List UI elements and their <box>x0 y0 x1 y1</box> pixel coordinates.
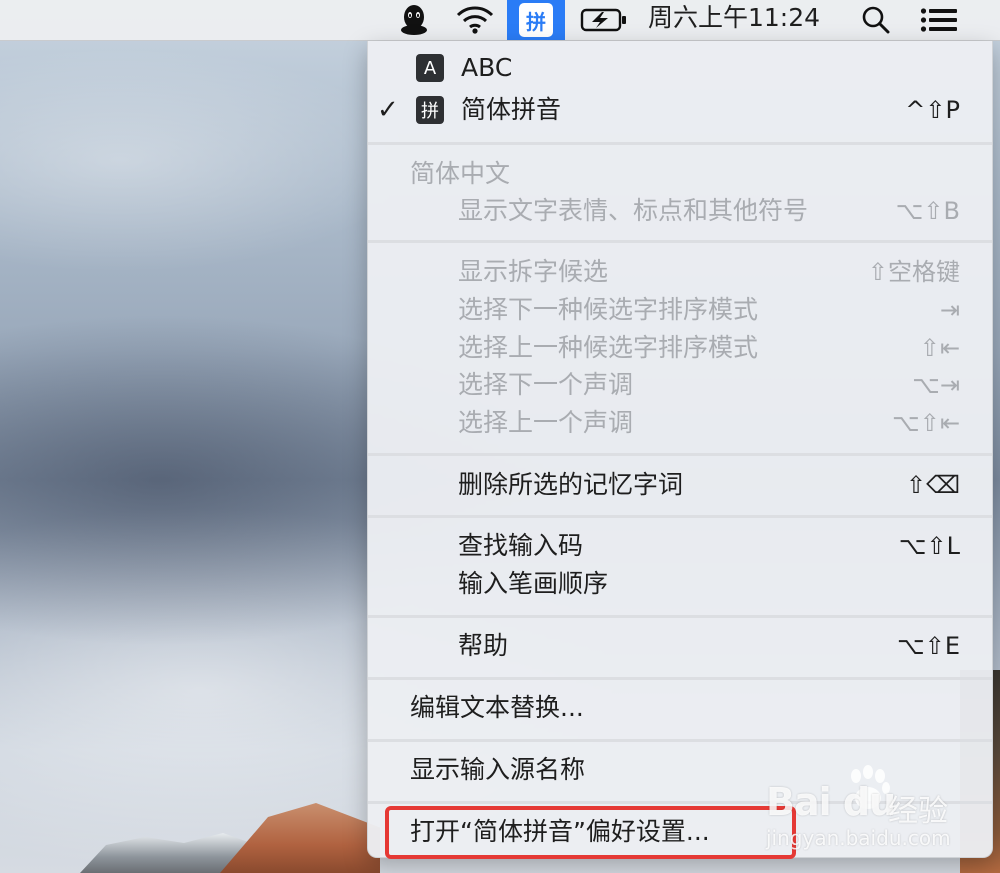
section-header-simplified-chinese: 简体中文 <box>368 156 992 192</box>
menu-item-label: 删除所选的记忆字词 <box>458 470 684 499</box>
menu-bar: 拼 周六上午11:24 <box>0 0 1000 41</box>
input-method-icon[interactable]: 拼 <box>507 0 565 40</box>
checkmark-icon: ✓ <box>377 95 399 125</box>
menu-item-label: 编辑文本替换... <box>410 693 584 722</box>
menu-item-next-tone[interactable]: 选择下一个声调 ⌥⇥ <box>368 367 992 403</box>
annotation-highlight-box <box>385 806 796 859</box>
menubar-clock[interactable]: 周六上午11:24 <box>648 0 820 36</box>
watermark-cn: 经验 <box>888 794 948 829</box>
menu-item-shortcut: ⌥⇧L <box>898 532 960 560</box>
menu-separator <box>368 515 992 518</box>
menu-separator <box>368 240 992 243</box>
notification-center-icon[interactable] <box>916 0 962 40</box>
menu-item-shortcut: ⇧⌫ <box>905 471 960 499</box>
menu-item-shortcut: ⌥⇧⇤ <box>892 409 960 437</box>
menu-item-prev-tone[interactable]: 选择上一个声调 ⌥⇧⇤ <box>368 405 992 441</box>
menu-item-show-split-candidates[interactable]: 显示拆字候选 ⇧空格键 <box>368 254 992 290</box>
menu-separator <box>368 453 992 456</box>
menu-item-label: 选择上一个声调 <box>458 408 634 437</box>
menu-item-label: ABC <box>461 53 513 82</box>
menu-item-lookup-input-code[interactable]: 查找输入码 ⌥⇧L <box>368 528 992 564</box>
menu-item-delete-learned-word[interactable]: 删除所选的记忆字词 ⇧⌫ <box>368 467 992 503</box>
menu-item-label: 显示拆字候选 <box>458 257 609 286</box>
desktop-mountain-red <box>220 803 380 873</box>
menu-item-label: 帮助 <box>458 631 509 660</box>
menu-item-shortcut: ⇥ <box>939 296 960 324</box>
battery-charging-icon[interactable] <box>578 0 630 40</box>
menu-separator <box>368 142 992 145</box>
menu-item-shortcut: ⇧⇤ <box>919 334 960 362</box>
menu-item-label: 查找输入码 <box>458 531 584 560</box>
section-header-label: 简体中文 <box>410 159 511 188</box>
menu-item-label: 选择下一种候选字排序模式 <box>458 295 759 324</box>
qq-icon[interactable] <box>396 0 432 40</box>
pinyin-source-badge: 拼 <box>416 96 444 124</box>
menu-separator <box>368 677 992 680</box>
wifi-icon[interactable] <box>452 0 498 40</box>
menu-item-label: 选择上一种候选字排序模式 <box>458 333 759 362</box>
menu-item-prev-sort-mode[interactable]: 选择上一种候选字排序模式 ⇧⇤ <box>368 330 992 366</box>
menu-item-help[interactable]: 帮助 ⌥⇧E <box>368 628 992 664</box>
menu-separator <box>368 615 992 618</box>
menu-item-show-emoji-symbols[interactable]: 显示文字表情、标点和其他符号 ⌥⇧B <box>368 193 992 229</box>
watermark-brand: Bai du <box>766 780 896 824</box>
menu-item-stroke-order[interactable]: 输入笔画顺序 <box>368 566 992 602</box>
menu-item-simplified-pinyin[interactable]: ✓ 拼 简体拼音 ^⇧P <box>368 92 992 128</box>
menu-separator <box>368 739 992 742</box>
spotlight-search-icon[interactable] <box>856 0 896 40</box>
menu-item-label: 简体拼音 <box>461 95 562 124</box>
menu-item-shortcut: ⌥⇥ <box>912 371 960 399</box>
menu-item-shortcut: ⇧空格键 <box>867 258 960 286</box>
menu-item-label: 输入笔画顺序 <box>458 569 609 598</box>
menu-item-label: 显示输入源名称 <box>410 755 586 784</box>
menu-item-label: 选择下一个声调 <box>458 370 634 399</box>
watermark-url: jingyan.baidu.com <box>766 826 951 850</box>
menu-item-shortcut: ⌥⇧B <box>895 197 960 225</box>
menu-item-label: 显示文字表情、标点和其他符号 <box>458 196 809 225</box>
menu-item-edit-text-replacements[interactable]: 编辑文本替换... <box>368 690 992 726</box>
menu-item-next-sort-mode[interactable]: 选择下一种候选字排序模式 ⇥ <box>368 292 992 328</box>
menu-item-shortcut: ⌥⇧E <box>897 632 960 660</box>
abc-source-badge: A <box>416 54 444 82</box>
menu-item-shortcut: ^⇧P <box>905 96 960 124</box>
input-method-badge: 拼 <box>519 3 553 37</box>
baidu-jingyan-watermark: Bai du 经验 jingyan.baidu.com <box>766 762 966 862</box>
input-method-menu: A ABC ✓ 拼 简体拼音 ^⇧P 简体中文 显示文字表情、标点和其他符号 ⌥… <box>367 41 993 858</box>
menu-item-abc[interactable]: A ABC <box>368 50 992 86</box>
